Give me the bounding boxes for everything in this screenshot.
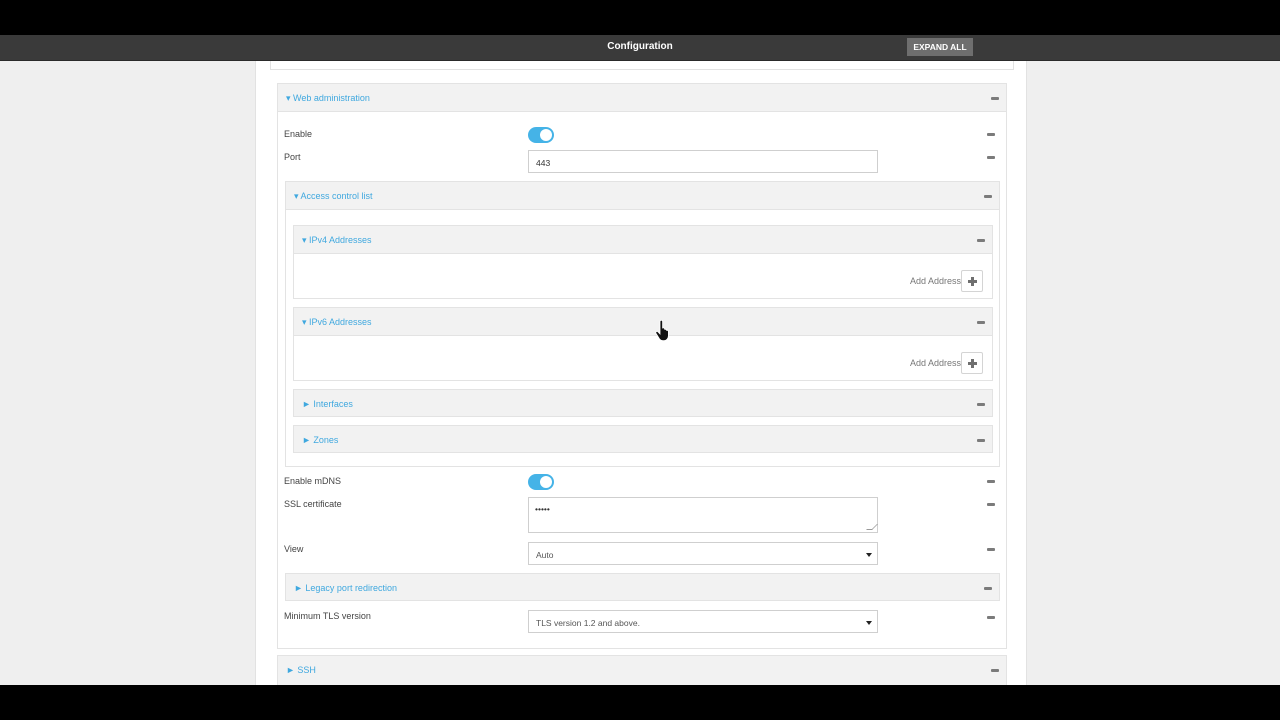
minimum-tls-version-select[interactable]: TLS version 1.2 and above. (528, 610, 878, 633)
toggle-knob (540, 129, 552, 141)
page-title: Configuration (607, 41, 673, 52)
ipv6-addresses-panel: ▾ IPv6 Addresses Add Address (293, 307, 993, 381)
interfaces-header[interactable]: ► Interfaces (294, 390, 992, 416)
legacy-port-redirection-header[interactable]: ► Legacy port redirection (286, 574, 999, 600)
tls-selected-value: TLS version 1.2 and above. (536, 618, 640, 628)
web-administration-header[interactable]: ▾ Web administration (278, 84, 1006, 112)
plus-icon-stroke (971, 359, 974, 368)
zones-panel: ► Zones (293, 425, 993, 453)
minus-icon[interactable] (984, 195, 992, 198)
add-address-button[interactable] (961, 352, 983, 374)
minus-icon[interactable] (977, 403, 985, 406)
interfaces-title[interactable]: ► Interfaces (302, 399, 353, 409)
toggle-knob (540, 476, 552, 488)
add-address-label: Add Address (910, 276, 962, 286)
expand-all-button[interactable]: EXPAND ALL (907, 38, 973, 56)
access-control-list-title[interactable]: ▾ Access control list (294, 191, 373, 202)
plus-icon-stroke (971, 277, 974, 286)
config-page: ▾ Web administration Enable Port 443 ▾ A… (255, 61, 1027, 685)
ipv6-addresses-title[interactable]: ▾ IPv6 Addresses (302, 317, 372, 328)
enable-toggle[interactable] (528, 127, 554, 143)
minus-icon[interactable] (987, 480, 995, 483)
hand-pointer-icon (655, 320, 669, 342)
view-selected-value: Auto (536, 550, 554, 560)
chevron-down-icon (866, 553, 872, 557)
ssl-certificate-textarea[interactable]: ••••• (528, 497, 878, 533)
minus-icon[interactable] (987, 548, 995, 551)
legacy-port-redirection-panel: ► Legacy port redirection (285, 573, 1000, 601)
access-control-list-header[interactable]: ▾ Access control list (286, 182, 999, 210)
ipv4-addresses-title[interactable]: ▾ IPv4 Addresses (302, 235, 372, 246)
minimum-tls-version-label: Minimum TLS version (284, 611, 371, 621)
minus-icon[interactable] (987, 503, 995, 506)
port-input[interactable]: 443 (528, 150, 878, 173)
add-address-button[interactable] (961, 270, 983, 292)
ipv4-addresses-header[interactable]: ▾ IPv4 Addresses (294, 226, 992, 254)
zones-header[interactable]: ► Zones (294, 426, 992, 452)
port-label: Port (284, 152, 301, 162)
web-administration-panel: ▾ Web administration Enable Port 443 ▾ A… (277, 83, 1007, 649)
top-letterbox (0, 0, 1280, 35)
access-control-list-panel: ▾ Access control list ▾ IPv4 Addresses A… (285, 181, 1000, 467)
minus-icon[interactable] (984, 587, 992, 590)
interfaces-panel: ► Interfaces (293, 389, 993, 417)
view-select[interactable]: Auto (528, 542, 878, 565)
add-address-label: Add Address (910, 358, 962, 368)
minus-icon[interactable] (977, 439, 985, 442)
zones-title[interactable]: ► Zones (302, 435, 338, 445)
web-administration-title[interactable]: ▾ Web administration (286, 93, 370, 104)
resize-handle-icon[interactable] (866, 524, 878, 530)
ssh-title[interactable]: ► SSH (286, 665, 316, 675)
bottom-letterbox (0, 685, 1280, 720)
minus-icon[interactable] (987, 133, 995, 136)
enable-label: Enable (284, 129, 313, 139)
minus-icon[interactable] (987, 156, 995, 159)
ipv4-addresses-panel: ▾ IPv4 Addresses Add Address (293, 225, 993, 299)
minus-icon[interactable] (991, 669, 999, 672)
minus-icon[interactable] (987, 616, 995, 619)
ssh-header[interactable]: ► SSH (278, 656, 1006, 685)
minus-icon[interactable] (977, 321, 985, 324)
chevron-down-icon (866, 621, 872, 625)
ipv6-addresses-header[interactable]: ▾ IPv6 Addresses (294, 308, 992, 336)
app-header: Configuration EXPAND ALL (0, 35, 1280, 61)
legacy-port-redirection-title[interactable]: ► Legacy port redirection (294, 583, 397, 593)
previous-panel-edge (270, 61, 1014, 70)
ssl-certificate-value: ••••• (535, 504, 550, 514)
view-label: View (284, 544, 304, 554)
enable-mdns-label: Enable mDNS (284, 476, 342, 486)
minus-icon[interactable] (977, 239, 985, 242)
ssh-panel: ► SSH (277, 655, 1007, 685)
minus-icon[interactable] (991, 97, 999, 100)
content-area: ▾ Web administration Enable Port 443 ▾ A… (0, 61, 1280, 685)
ssl-certificate-label: SSL certificate (284, 499, 342, 509)
enable-mdns-toggle[interactable] (528, 474, 554, 490)
